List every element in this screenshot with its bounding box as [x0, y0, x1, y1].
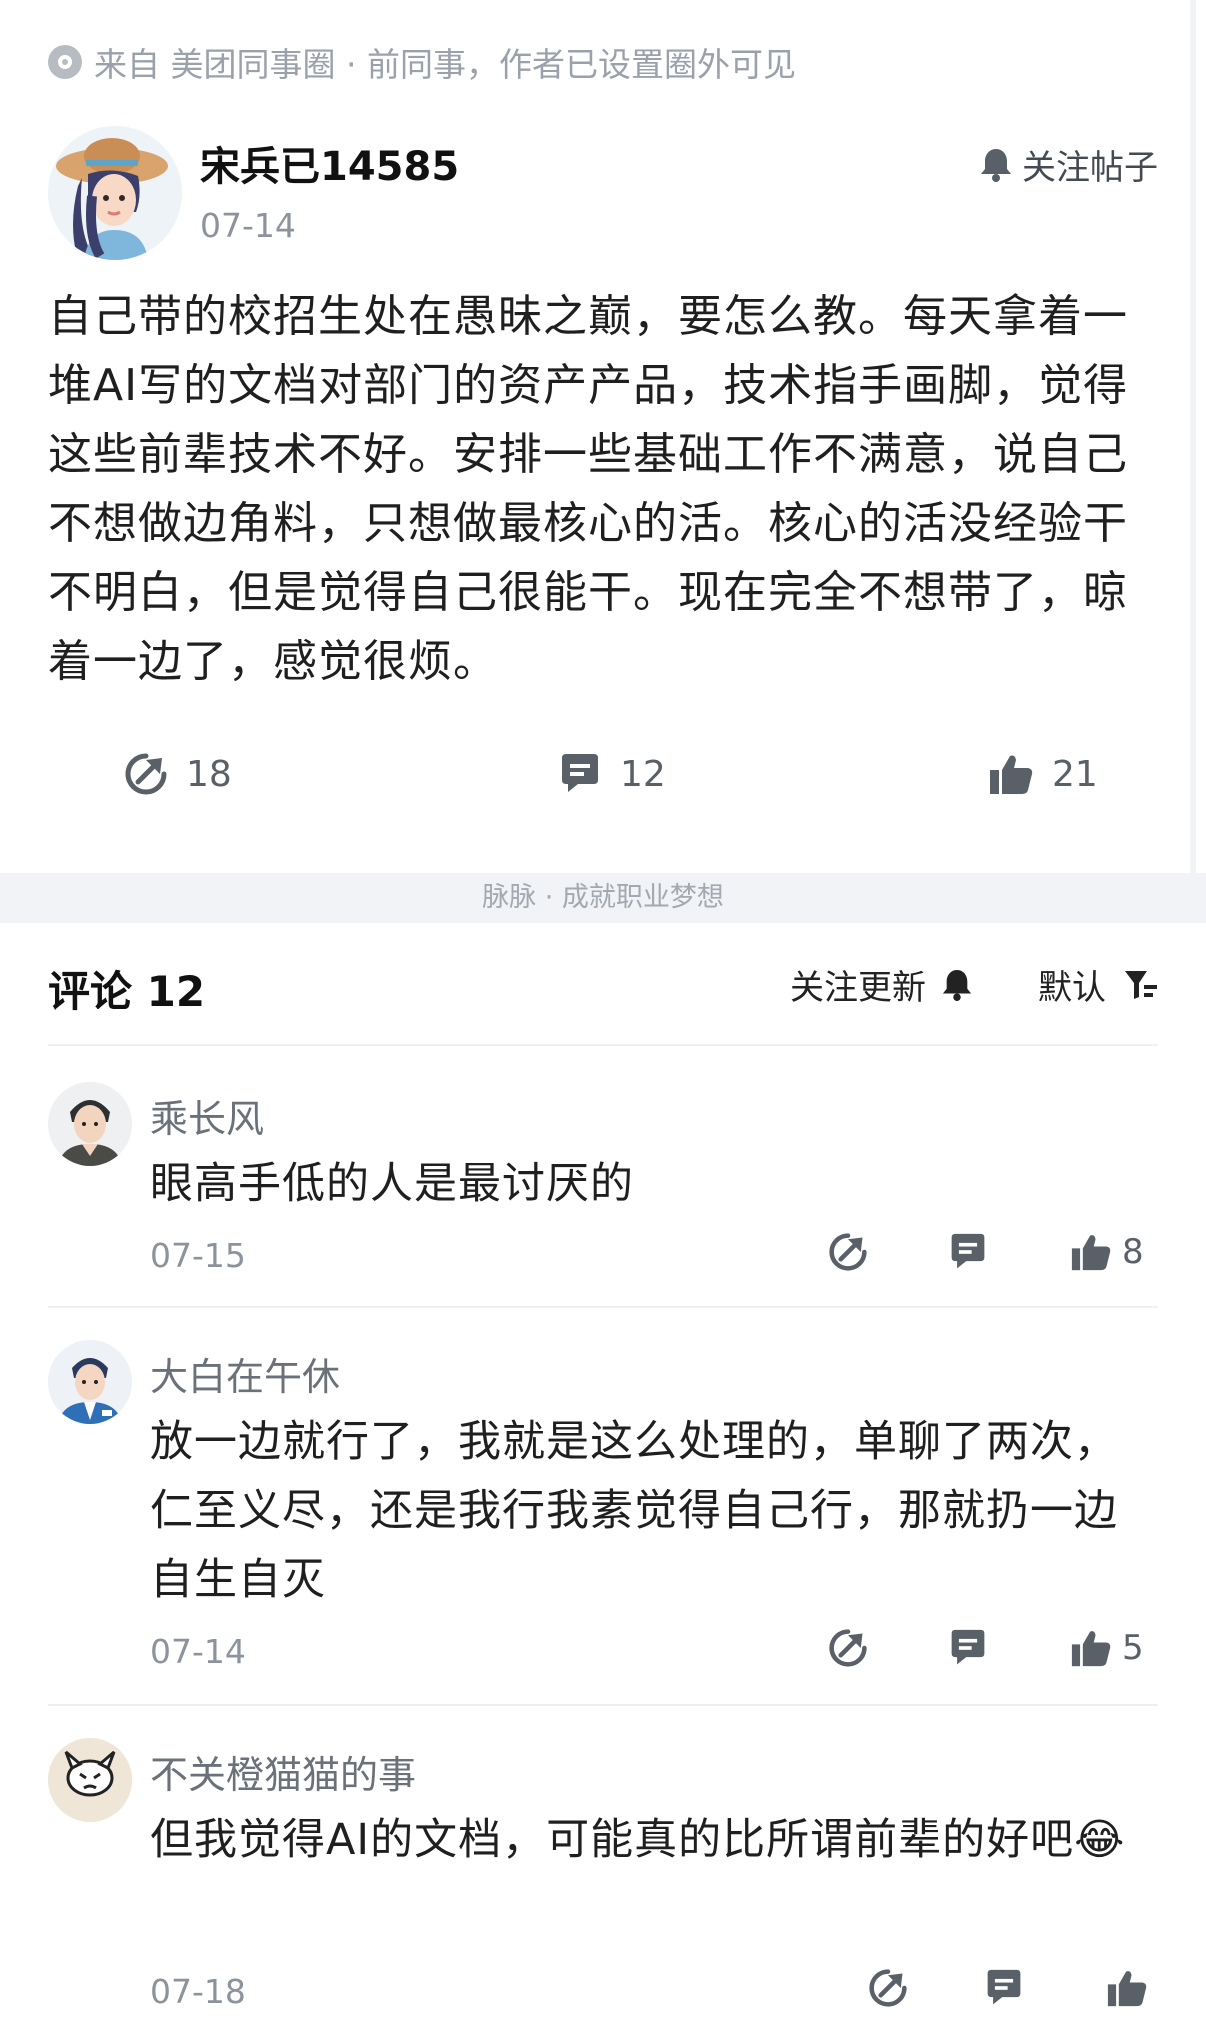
sort-dropdown[interactable]: 默认	[1038, 960, 1158, 1009]
divider	[48, 1704, 1158, 1706]
like-button[interactable]: 21	[988, 752, 1098, 796]
comment-like-count: 8	[1122, 1232, 1144, 1272]
comment-footer: 07-15 8	[150, 1228, 1158, 1284]
comments-title: 评论 12	[48, 967, 206, 1016]
comment-icon	[562, 754, 598, 792]
follow-updates-label: 关注更新	[790, 968, 926, 1008]
comment-like-button[interactable]	[1106, 1968, 1158, 2008]
thumbs-up-icon	[1071, 1631, 1111, 1667]
comment-date: 07-14	[150, 1632, 246, 1671]
filter-icon	[1125, 970, 1157, 999]
bell-icon	[942, 969, 972, 1001]
post-date: 07-14	[200, 206, 296, 245]
comment-footer: 07-18	[150, 1964, 1158, 2020]
post-source-text: 来自 美团同事圈 · 前同事，作者已设置圈外可见	[94, 45, 796, 84]
follow-post-button[interactable]: 关注帖子	[980, 140, 1158, 189]
commenter-name[interactable]: 大白在午休	[150, 1346, 340, 1401]
bell-icon	[981, 148, 1011, 182]
post-detail-page: 来自 美团同事圈 · 前同事，作者已设置圈外可见 宋兵已14585 07-14 …	[0, 0, 1206, 2039]
thumbs-up-icon	[1107, 1971, 1147, 2007]
follow-updates-button[interactable]: 关注更新	[790, 960, 972, 1009]
comments-header: 评论 12 关注更新 默认	[48, 950, 1158, 1020]
comment-icon	[987, 1969, 1021, 2005]
sort-label: 默认	[1038, 968, 1106, 1008]
post-source-line[interactable]: 来自 美团同事圈 · 前同事，作者已设置圈外可见	[48, 38, 796, 86]
comment-reply-button[interactable]	[948, 1628, 998, 1668]
commenter-name[interactable]: 乘长风	[150, 1088, 264, 1143]
comment-count: 12	[620, 753, 666, 795]
post-card: 来自 美团同事圈 · 前同事，作者已设置圈外可见 宋兵已14585 07-14 …	[0, 0, 1196, 873]
circle-dot-icon	[48, 45, 82, 79]
author-avatar[interactable]	[48, 126, 182, 260]
thumbs-up-icon	[990, 755, 1033, 794]
comment-text: 眼高手低的人是最讨厌的	[150, 1159, 634, 1209]
comment-item: 乘长风 眼高手低的人是最讨厌的 07-15 8	[48, 1082, 1158, 1302]
commenter-avatar[interactable]	[48, 1340, 132, 1424]
post-action-bar: 18 12 21	[0, 752, 1190, 822]
comment-date: 07-18	[150, 1972, 246, 2011]
comment-item: 大白在午休 放一边就行了，我就是这么处理的，单聊了两次，仁至义尽，还是我行我素觉…	[48, 1340, 1158, 1700]
comment-text: 但我觉得AI的文档，可能真的比所谓前辈的好吧😂	[150, 1815, 1126, 1865]
comment-like-count: 5	[1122, 1628, 1144, 1668]
comment-reply-button[interactable]	[948, 1232, 998, 1272]
comment-text: 放一边就行了，我就是这么处理的，单聊了两次，仁至义尽，还是我行我素觉得自己行，那…	[150, 1417, 1118, 1605]
comment-reply-button[interactable]	[984, 1968, 1034, 2008]
share-icon	[125, 753, 167, 795]
comment-share-button[interactable]	[828, 1232, 878, 1272]
commenter-name[interactable]: 不关橙猫猫的事	[150, 1744, 416, 1799]
share-count: 18	[186, 753, 232, 795]
divider	[48, 1306, 1158, 1308]
post-body-text: 自己带的校招生处在愚昧之巅，要怎么教。每天拿着一堆AI写的文档对部门的资产产品，…	[48, 291, 1129, 687]
share-icon	[829, 1233, 867, 1271]
commenter-avatar[interactable]	[48, 1738, 132, 1822]
comment-date: 07-15	[150, 1236, 246, 1275]
commenter-avatar[interactable]	[48, 1082, 132, 1166]
author-row: 宋兵已14585 07-14 关注帖子	[48, 126, 1158, 262]
comment-like-button[interactable]: 5	[1070, 1628, 1144, 1668]
comment-icon	[951, 1233, 985, 1269]
comment-icon	[951, 1629, 985, 1665]
share-button[interactable]: 18	[124, 752, 232, 796]
like-count: 21	[1052, 753, 1098, 795]
slogan-band: 脉脉 · 成就职业梦想	[0, 873, 1206, 923]
comment-footer: 07-14 5	[150, 1624, 1158, 1680]
divider	[48, 1044, 1158, 1046]
comment-button[interactable]: 12	[558, 752, 666, 796]
thumbs-up-icon	[1071, 1235, 1111, 1271]
share-icon	[829, 1629, 867, 1667]
author-name[interactable]: 宋兵已14585	[200, 134, 459, 192]
comment-item: 不关橙猫猫的事 但我觉得AI的文档，可能真的比所谓前辈的好吧😂 07-18	[48, 1738, 1158, 2038]
share-icon	[869, 1969, 907, 2007]
comment-share-button[interactable]	[828, 1628, 878, 1668]
follow-post-label: 关注帖子	[1022, 148, 1158, 188]
comment-share-button[interactable]	[868, 1968, 918, 2008]
comment-like-button[interactable]: 8	[1070, 1232, 1144, 1272]
